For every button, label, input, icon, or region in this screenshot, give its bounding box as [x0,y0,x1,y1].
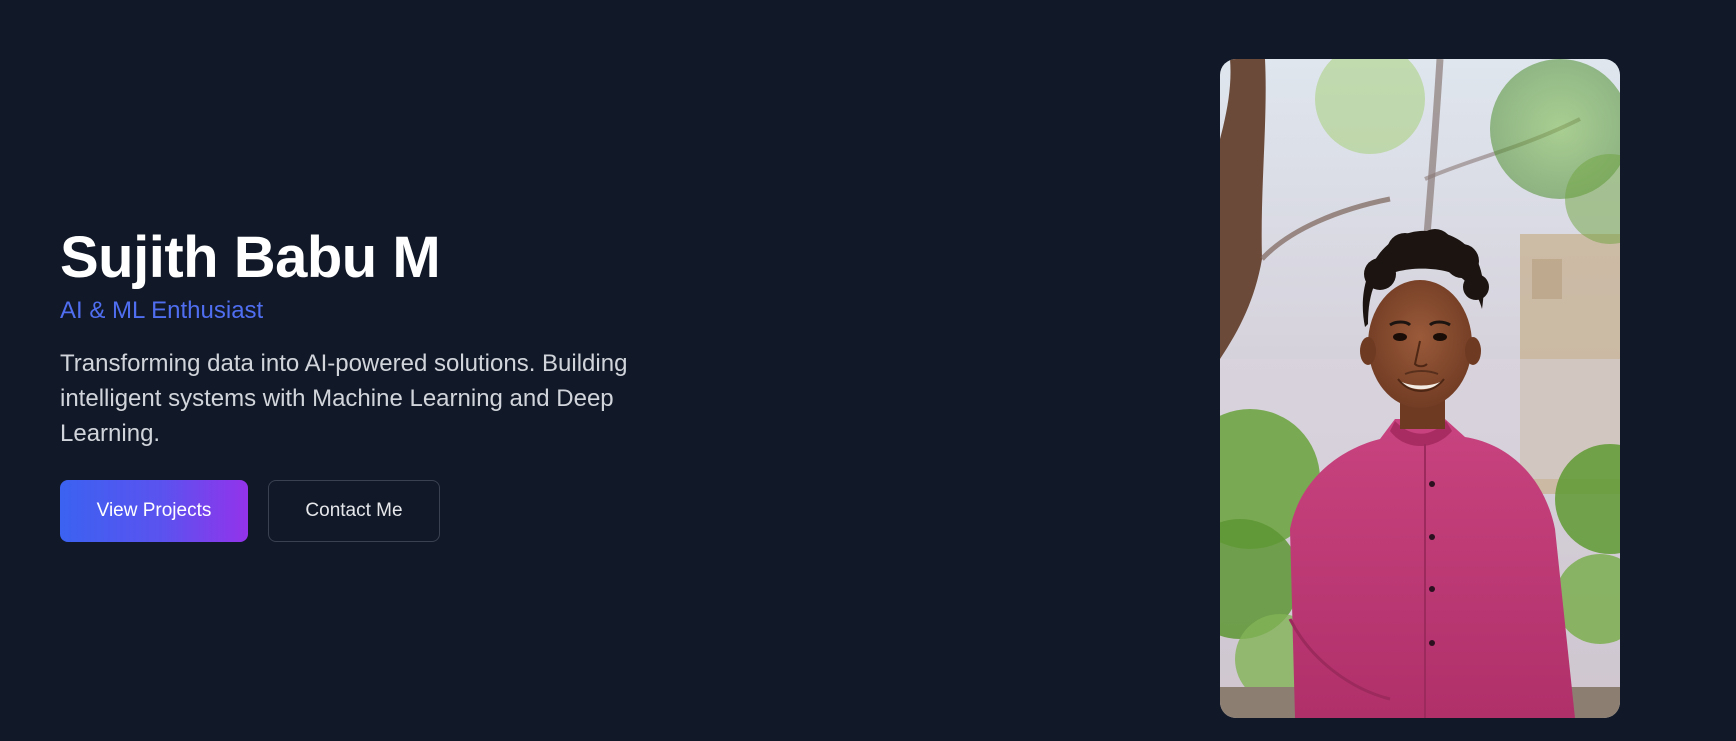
hero-role: AI & ML Enthusiast [60,297,264,324]
hero-name: Sujith Babu M [60,225,441,290]
hero-intro: Sujith Babu M AI & ML Enthusiast Transfo… [60,222,760,542]
hero-section: Sujith Babu M AI & ML Enthusiast Transfo… [0,0,1736,741]
profile-photo [1220,59,1620,718]
contact-me-button[interactable]: Contact Me [268,480,440,542]
hero-tagline: Transforming data into AI-powered soluti… [60,350,628,447]
view-projects-button[interactable]: View Projects [60,480,248,542]
profile-photo-illustration [1220,59,1620,718]
hero-actions: View Projects Contact Me [60,480,760,542]
